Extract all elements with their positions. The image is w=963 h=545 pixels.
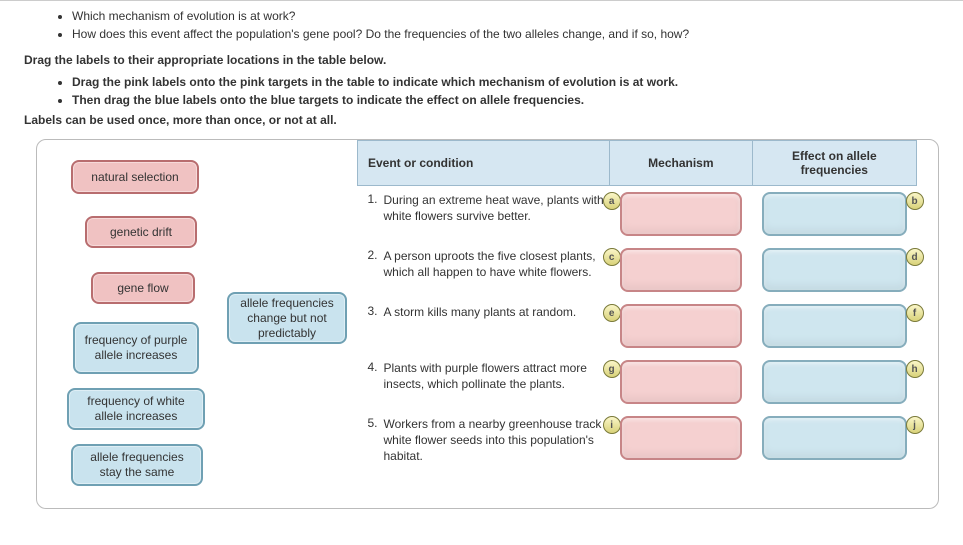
drag-label-stay-same[interactable]: allele frequencies stay the same <box>71 444 203 486</box>
effect-cell: b <box>752 186 916 243</box>
drop-target-mechanism-1[interactable] <box>620 192 742 236</box>
event-text: A storm kills many plants at random. <box>384 304 608 320</box>
drag-drop-workspace: natural selection genetic drift gene flow a… <box>36 139 939 509</box>
event-cell: 1. During an extreme heat wave, plants wi… <box>358 186 610 243</box>
target-badge-g: g <box>603 360 621 378</box>
mechanism-cell: a <box>610 186 752 243</box>
event-text: Plants with purple flowers attract more … <box>384 360 608 392</box>
event-text: A person uproots the five closest plants… <box>384 248 608 280</box>
drag-label-white-increases[interactable]: frequency of white allele increases <box>67 388 205 430</box>
event-cell: 3. A storm kills many plants at random. <box>358 298 610 354</box>
target-badge-i: i <box>603 416 621 434</box>
drop-target-effect-4[interactable] <box>762 360 906 404</box>
target-badge-d: d <box>906 248 924 266</box>
table-row: 1. During an extreme heat wave, plants wi… <box>358 186 917 243</box>
drop-target-effect-2[interactable] <box>762 248 906 292</box>
mechanism-cell: e <box>610 298 752 354</box>
intro-questions: Which mechanism of evolution is at work?… <box>0 7 963 47</box>
event-number: 4. <box>362 360 378 374</box>
drop-target-mechanism-3[interactable] <box>620 304 742 348</box>
target-badge-h: h <box>906 360 924 378</box>
instructions-block: Drag the labels to their appropriate loc… <box>0 47 963 111</box>
instruction-bullet: Drag the pink labels onto the pink targe… <box>72 73 939 91</box>
table-row: 3.A storm kills many plants at random.ef <box>358 298 917 354</box>
drop-target-effect-3[interactable] <box>762 304 906 348</box>
target-badge-c: c <box>603 248 621 266</box>
event-number: 3. <box>362 304 378 318</box>
effect-cell: f <box>752 298 916 354</box>
drag-label-genetic-drift[interactable]: genetic drift <box>85 216 197 248</box>
target-badge-b: b <box>906 192 924 210</box>
col-header-mechanism: Mechanism <box>610 141 752 186</box>
drop-target-mechanism-2[interactable] <box>620 248 742 292</box>
mechanism-cell: i <box>610 410 752 471</box>
col-header-event: Event or condition <box>358 141 610 186</box>
drag-label-gene-flow[interactable]: gene flow <box>91 272 195 304</box>
answer-table-area: Event or condition Mechanism Effect on a… <box>357 140 926 471</box>
col-header-effect: Effect on allele frequencies <box>752 141 916 186</box>
drop-target-effect-5[interactable] <box>762 416 906 460</box>
event-cell: 5. Workers from a nearby greenhouse track… <box>358 410 610 471</box>
target-badge-f: f <box>906 304 924 322</box>
drop-target-mechanism-4[interactable] <box>620 360 742 404</box>
table-row: 4. Plants with purple flowers attract mor… <box>358 354 917 410</box>
drag-label-allele-change-unpredictable[interactable]: allele frequencies change but not predic… <box>227 292 347 344</box>
effect-cell: h <box>752 354 916 410</box>
drop-target-effect-1[interactable] <box>762 192 906 236</box>
mechanism-cell: g <box>610 354 752 410</box>
event-number: 1. <box>362 192 378 206</box>
mechanism-cell: c <box>610 242 752 298</box>
table-row: 5. Workers from a nearby greenhouse track… <box>358 410 917 471</box>
intro-bullet: How does this event affect the populatio… <box>72 25 939 43</box>
effect-cell: d <box>752 242 916 298</box>
intro-bullet: Which mechanism of evolution is at work? <box>72 7 939 25</box>
target-badge-a: a <box>603 192 621 210</box>
instructions-note: Labels can be used once, more than once,… <box>0 111 963 135</box>
effect-cell: j <box>752 410 916 471</box>
drag-label-purple-increases[interactable]: frequency of purple allele increases <box>73 322 199 374</box>
answer-table: Event or condition Mechanism Effect on a… <box>357 140 917 471</box>
event-cell: 4. Plants with purple flowers attract mor… <box>358 354 610 410</box>
instructions-lead: Drag the labels to their appropriate loc… <box>24 53 939 73</box>
instruction-bullet: Then drag the blue labels onto the blue … <box>72 91 939 109</box>
event-text: During an extreme heat wave, plants with… <box>384 192 608 224</box>
target-badge-e: e <box>603 304 621 322</box>
event-text: Workers from a nearby greenhouse track w… <box>384 416 608 465</box>
table-row: 2. A person uproots the five closest plan… <box>358 242 917 298</box>
target-badge-j: j <box>906 416 924 434</box>
drop-target-mechanism-5[interactable] <box>620 416 742 460</box>
event-number: 5. <box>362 416 378 430</box>
event-number: 2. <box>362 248 378 262</box>
drag-label-natural-selection[interactable]: natural selection <box>71 160 199 194</box>
event-cell: 2. A person uproots the five closest plan… <box>358 242 610 298</box>
